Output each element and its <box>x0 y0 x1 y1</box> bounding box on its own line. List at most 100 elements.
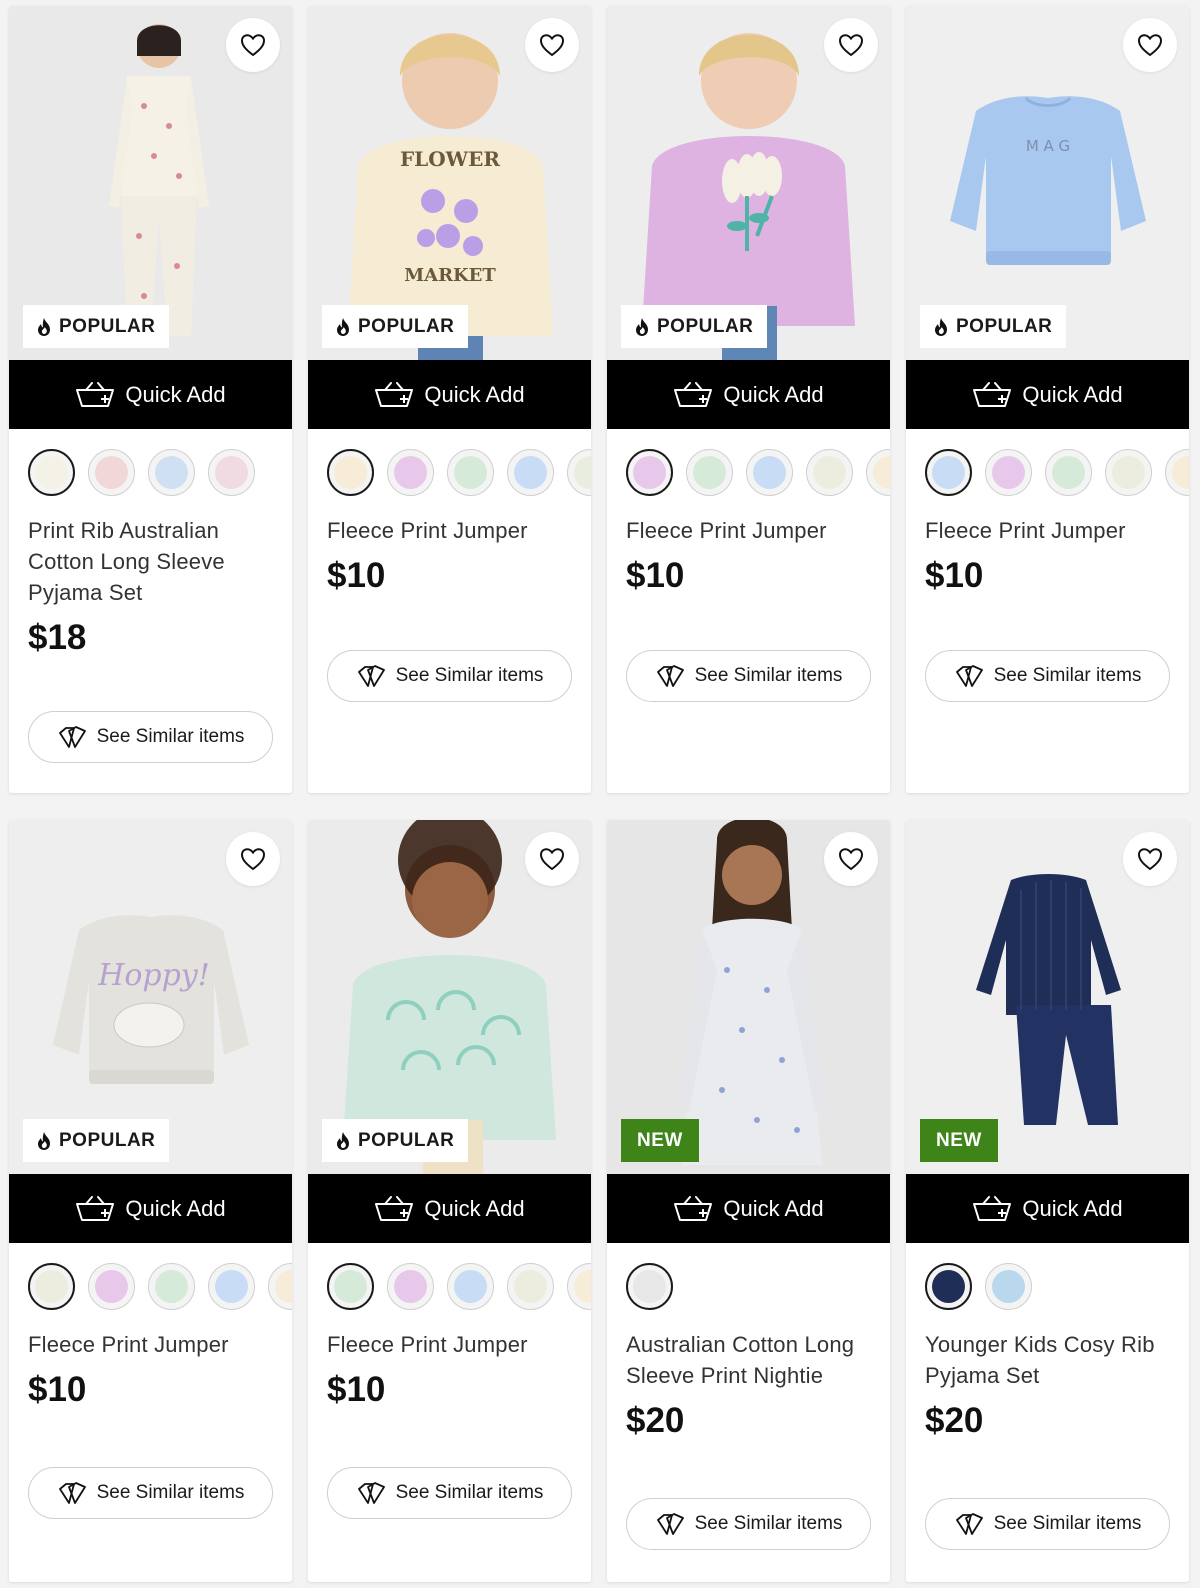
product-title[interactable]: Fleece Print Jumper <box>607 515 890 546</box>
product-price: $10 <box>626 556 685 595</box>
wishlist-button[interactable] <box>226 18 280 72</box>
product-card-2[interactable]: FLOWER MARKET POPULAR Quick Add Fleece P… <box>308 6 591 793</box>
wishlist-button[interactable] <box>1123 832 1177 886</box>
product-image[interactable]: POPULAR <box>9 6 292 360</box>
color-swatch[interactable] <box>1165 449 1189 496</box>
color-swatch[interactable] <box>985 1263 1032 1310</box>
quick-add-button[interactable]: Quick Add <box>607 1174 890 1243</box>
color-swatch[interactable] <box>208 449 255 496</box>
quick-add-button[interactable]: Quick Add <box>906 1174 1189 1243</box>
quick-add-button[interactable]: Quick Add <box>906 360 1189 429</box>
product-card-6[interactable]: POPULAR Quick Add Fleece Print Jumper $1… <box>308 820 591 1582</box>
color-swatch[interactable] <box>686 449 733 496</box>
color-swatch[interactable] <box>327 1263 374 1310</box>
color-swatch[interactable] <box>1105 449 1152 496</box>
color-swatch[interactable] <box>208 1263 255 1310</box>
color-swatch[interactable] <box>985 449 1032 496</box>
color-swatch[interactable] <box>447 1263 494 1310</box>
badge-label: NEW <box>637 1129 683 1151</box>
wishlist-button[interactable] <box>226 832 280 886</box>
product-title[interactable]: Fleece Print Jumper <box>308 1329 591 1360</box>
basket-plus-icon <box>973 381 1012 407</box>
color-swatch[interactable] <box>866 449 890 496</box>
quick-add-button[interactable]: Quick Add <box>9 360 292 429</box>
see-similar-button[interactable]: See Similar items <box>925 650 1170 702</box>
see-similar-label: See Similar items <box>96 1482 245 1503</box>
see-similar-button[interactable]: See Similar items <box>626 1498 871 1550</box>
product-title[interactable]: Fleece Print Jumper <box>906 515 1189 546</box>
similar-items-icon <box>656 1513 684 1535</box>
color-swatch[interactable] <box>1045 449 1092 496</box>
color-swatches <box>607 429 890 515</box>
color-swatch[interactable] <box>387 449 434 496</box>
quick-add-button[interactable]: Quick Add <box>9 1174 292 1243</box>
color-swatch[interactable] <box>88 1263 135 1310</box>
color-swatch[interactable] <box>28 449 75 496</box>
badge-label: POPULAR <box>358 1129 455 1151</box>
product-image[interactable]: Hoppy! POPULAR <box>9 820 292 1174</box>
wishlist-button[interactable] <box>824 18 878 72</box>
swatch-thumbnail <box>813 456 846 489</box>
product-title[interactable]: Australian Cotton Long Sleeve Print Nigh… <box>607 1329 890 1391</box>
color-swatch[interactable] <box>507 1263 554 1310</box>
color-swatch[interactable] <box>925 1263 972 1310</box>
product-title[interactable]: Younger Kids Cosy Rib Pyjama Set <box>906 1329 1189 1391</box>
heart-icon <box>539 34 565 57</box>
see-similar-label: See Similar items <box>993 665 1142 686</box>
color-swatch[interactable] <box>746 449 793 496</box>
similar-items-icon <box>58 1482 86 1504</box>
popular-badge: POPULAR <box>920 305 1067 348</box>
color-swatch[interactable] <box>148 449 195 496</box>
wishlist-button[interactable] <box>525 18 579 72</box>
see-similar-button[interactable]: See Similar items <box>327 1467 572 1519</box>
product-card-8[interactable]: NEW Quick Add Younger Kids Cosy Rib Pyja… <box>906 820 1189 1582</box>
color-swatch[interactable] <box>148 1263 195 1310</box>
quick-add-button[interactable]: Quick Add <box>308 1174 591 1243</box>
product-image[interactable]: POPULAR <box>308 820 591 1174</box>
color-swatch[interactable] <box>28 1263 75 1310</box>
quick-add-button[interactable]: Quick Add <box>607 360 890 429</box>
product-image[interactable]: FLOWER MARKET POPULAR <box>308 6 591 360</box>
wishlist-button[interactable] <box>1123 18 1177 72</box>
color-swatch[interactable] <box>447 449 494 496</box>
swatch-thumbnail <box>1052 456 1085 489</box>
see-similar-button[interactable]: See Similar items <box>925 1498 1170 1550</box>
wishlist-button[interactable] <box>824 832 878 886</box>
color-swatch[interactable] <box>925 449 972 496</box>
product-image[interactable]: POPULAR <box>607 6 890 360</box>
wishlist-button[interactable] <box>525 832 579 886</box>
color-swatches <box>9 429 292 515</box>
product-image[interactable]: NEW <box>906 820 1189 1174</box>
quick-add-button[interactable]: Quick Add <box>308 360 591 429</box>
product-title[interactable]: Fleece Print Jumper <box>9 1329 292 1360</box>
product-image[interactable]: M A G POPULAR <box>906 6 1189 360</box>
swatch-thumbnail <box>95 456 128 489</box>
product-title[interactable]: Print Rib Australian Cotton Long Sleeve … <box>9 515 292 608</box>
color-swatch[interactable] <box>507 449 554 496</box>
product-card-7[interactable]: NEW Quick Add Australian Cotton Long Sle… <box>607 820 890 1582</box>
color-swatch[interactable] <box>626 449 673 496</box>
see-similar-button[interactable]: See Similar items <box>327 650 572 702</box>
color-swatch[interactable] <box>327 449 374 496</box>
color-swatch[interactable] <box>387 1263 434 1310</box>
badge-label: POPULAR <box>956 315 1053 337</box>
color-swatch[interactable] <box>88 449 135 496</box>
see-similar-button[interactable]: See Similar items <box>626 650 871 702</box>
color-swatch[interactable] <box>626 1263 673 1310</box>
product-title[interactable]: Fleece Print Jumper <box>308 515 591 546</box>
color-swatch[interactable] <box>806 449 853 496</box>
product-card-1[interactable]: POPULAR Quick Add Print Rib Australian C… <box>9 6 292 793</box>
basket-plus-icon <box>674 1195 713 1221</box>
product-card-4[interactable]: M A G POPULAR Quick Add Fleece Print Jum… <box>906 6 1189 793</box>
see-similar-button[interactable]: See Similar items <box>28 1467 273 1519</box>
see-similar-button[interactable]: See Similar items <box>28 711 273 763</box>
product-card-3[interactable]: POPULAR Quick Add Fleece Print Jumper $1… <box>607 6 890 793</box>
basket-plus-icon <box>76 381 115 407</box>
swatch-thumbnail <box>693 456 726 489</box>
color-swatch[interactable] <box>567 1263 591 1310</box>
product-image[interactable]: NEW <box>607 820 890 1174</box>
see-similar-label: See Similar items <box>395 1482 544 1503</box>
product-card-5[interactable]: Hoppy! POPULAR Quick Add Fleece Print Ju… <box>9 820 292 1582</box>
color-swatch[interactable] <box>567 449 591 496</box>
color-swatch[interactable] <box>268 1263 292 1310</box>
